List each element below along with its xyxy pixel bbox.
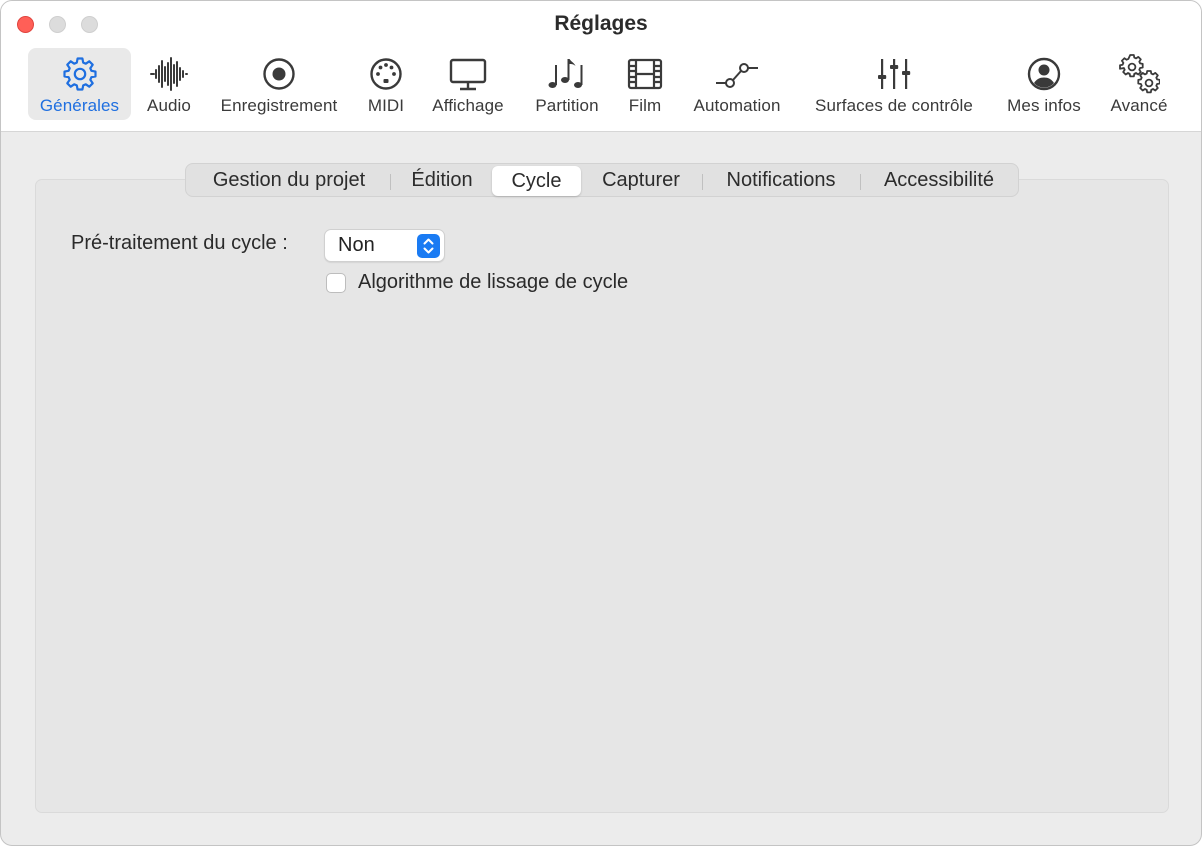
gears-icon (1118, 53, 1160, 95)
window-title: Réglages (554, 12, 648, 35)
tab-accessibilite[interactable]: Accessibilité (861, 164, 1017, 196)
cycle-preprocessing-value: Non (338, 234, 375, 256)
person-circle-icon (1023, 53, 1065, 95)
toolbar-item-label: Affichage (432, 96, 504, 115)
toolbar-item-label: Partition (535, 96, 599, 115)
tab-gestion-du-projet[interactable]: Gestion du projet (188, 164, 390, 196)
toolbar-item-label: Avancé (1110, 96, 1168, 115)
title-bar: Réglages Générales Audio Enregistrement … (1, 1, 1201, 132)
waveform-icon (148, 53, 190, 95)
toolbar-item-label: Générales (39, 96, 120, 115)
toolbar-item-label: Mes infos (1007, 96, 1081, 115)
toolbar-item-label: MIDI (367, 96, 405, 115)
tab-cycle[interactable]: Cycle (492, 166, 581, 196)
settings-tab-bar: Gestion du projet Édition Cycle Capturer… (185, 163, 1019, 197)
toolbar-item-label: Film (628, 96, 662, 115)
cycle-smoothing-checkbox[interactable] (326, 273, 346, 293)
midi-connector-icon (365, 53, 407, 95)
film-strip-icon (624, 53, 666, 95)
toolbar-item-mes-infos[interactable]: Mes infos (997, 48, 1091, 120)
toolbar-item-film[interactable]: Film (619, 48, 671, 120)
cycle-smoothing-label[interactable]: Algorithme de lissage de cycle (358, 271, 628, 294)
toolbar-item-label: Enregistrement (220, 96, 338, 115)
tab-capturer[interactable]: Capturer (582, 164, 700, 196)
toolbar-item-label: Audio (147, 96, 191, 115)
toolbar-item-generales[interactable]: Générales (28, 48, 131, 120)
toolbar-item-surfaces-de-controle[interactable]: Surfaces de contrôle (801, 48, 987, 120)
record-icon (258, 53, 300, 95)
cycle-preprocessing-label: Pré-traitement du cycle : (71, 232, 288, 254)
display-icon (447, 53, 489, 95)
toolbar-item-label: Automation (693, 96, 781, 115)
gear-icon (59, 53, 101, 95)
automation-curve-icon (716, 53, 758, 95)
toolbar-item-affichage[interactable]: Affichage (423, 48, 513, 120)
toolbar-item-audio[interactable]: Audio (139, 48, 199, 120)
toolbar-item-automation[interactable]: Automation (683, 48, 791, 120)
toolbar-item-enregistrement[interactable]: Enregistrement (211, 48, 347, 120)
tab-edition[interactable]: Édition (391, 164, 493, 196)
music-notes-icon (546, 53, 588, 95)
cycle-preprocessing-popup[interactable]: Non (324, 229, 445, 262)
tab-notifications[interactable]: Notifications (703, 164, 859, 196)
preferences-window: Réglages Générales Audio Enregistrement … (0, 0, 1202, 846)
toolbar-item-avance[interactable]: Avancé (1101, 48, 1177, 120)
sliders-icon (873, 53, 915, 95)
up-down-chevrons-icon (417, 234, 440, 258)
toolbar-item-label: Surfaces de contrôle (815, 96, 973, 115)
toolbar-item-partition[interactable]: Partition (525, 48, 609, 120)
toolbar-item-midi[interactable]: MIDI (359, 48, 413, 120)
